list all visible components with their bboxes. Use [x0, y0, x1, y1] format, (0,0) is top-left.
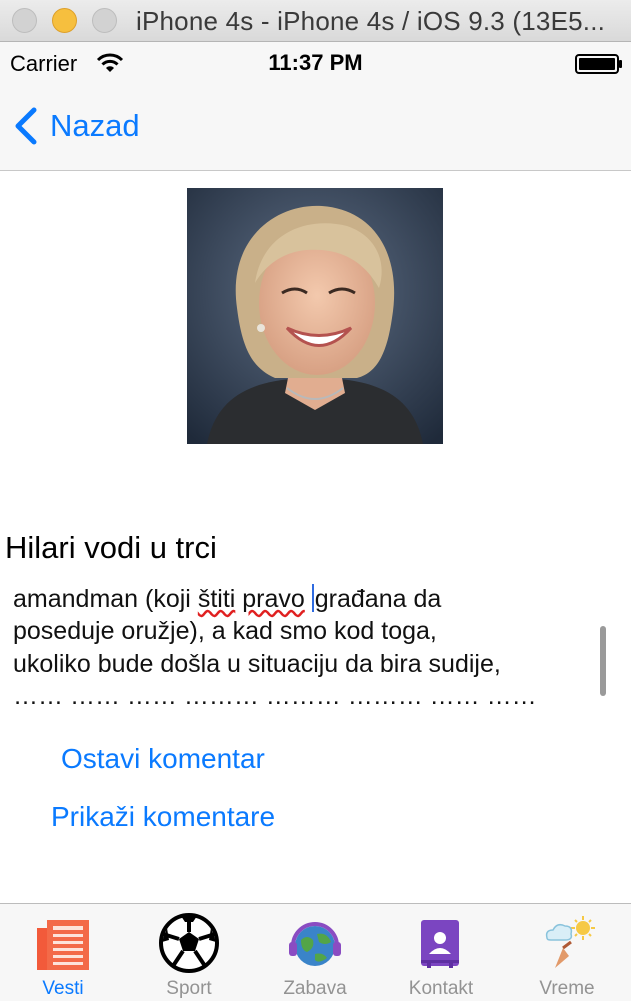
tab-kontakt[interactable]: Kontakt [378, 904, 504, 1001]
article-text-fragment [305, 585, 312, 613]
tab-label: Vesti [42, 978, 84, 999]
navigation-bar: Nazad [0, 86, 631, 171]
article-body-text: …………… … amandman (koji štiti pravo građa… [13, 580, 593, 712]
window-close-button[interactable] [12, 8, 37, 33]
leave-comment-button[interactable]: Ostavi komentar [61, 743, 265, 775]
article-text-fragment: građana da [314, 584, 442, 613]
simulator-titlebar: iPhone 4s - iPhone 4s / iOS 9.3 (13E5... [0, 0, 631, 42]
tab-bar: Vesti Sport Zabava Kontakt Vreme [0, 903, 631, 1001]
tab-label: Kontakt [408, 978, 474, 999]
tab-label: Zabava [283, 978, 347, 999]
back-button-label: Nazad [50, 108, 140, 143]
tab-label: Vreme [539, 978, 595, 999]
misspelled-word: štiti [197, 584, 236, 613]
tab-zabava[interactable]: Zabava [252, 904, 378, 1001]
weather-icon [545, 916, 595, 968]
contact-card-icon [421, 920, 459, 968]
article-line: poseduje oružje), a kad smo kod toga, [13, 617, 437, 645]
back-button[interactable]: Nazad [10, 104, 140, 148]
text-cursor [311, 583, 314, 612]
newspaper-icon [37, 920, 89, 970]
article-photo [187, 188, 443, 444]
tab-vreme[interactable]: Vreme [504, 904, 630, 1001]
soccer-ball-icon [159, 913, 219, 973]
globe-headphones-icon [289, 922, 341, 966]
status-time: 11:37 PM [268, 50, 363, 75]
article-text-fragment: amandman (koji [13, 584, 198, 613]
tab-sport[interactable]: Sport [126, 904, 252, 1001]
chevron-left-icon [15, 107, 37, 145]
tab-vesti[interactable]: Vesti [0, 904, 126, 1001]
battery-icon [575, 54, 622, 74]
show-comments-button[interactable]: Prikaži komentare [51, 801, 275, 833]
window-minimize-button[interactable] [52, 8, 77, 33]
article-line: amandman (koji štiti pravo građana da [13, 583, 593, 616]
window-title: iPhone 4s - iPhone 4s / iOS 9.3 (13E5... [136, 6, 606, 36]
article-text-view[interactable]: …………… … amandman (koji štiti pravo građa… [0, 580, 631, 712]
article-title: Hilari vodi u trci [5, 530, 217, 565]
status-bar: Carrier 11:37 PM [0, 42, 631, 86]
scroll-indicator[interactable] [600, 626, 606, 696]
window-zoom-button[interactable] [92, 8, 117, 33]
article-line: ukoliko bude došla u situaciju da bira s… [13, 649, 501, 678]
article-line-partial-bottom: …… …… …… ……… ……… ……… …… …… [13, 682, 537, 710]
tab-label: Sport [166, 978, 212, 999]
misspelled-word: pravo [242, 584, 305, 613]
